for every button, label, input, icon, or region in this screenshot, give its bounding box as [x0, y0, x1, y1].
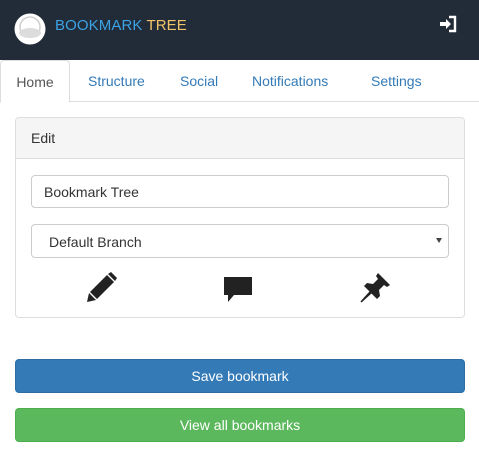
user-avatar-icon[interactable] — [14, 13, 46, 45]
save-bookmark-button[interactable]: Save bookmark — [15, 359, 465, 393]
branch-select[interactable]: Default Branch — [31, 224, 449, 258]
brand-part-1: BOOKMARK — [55, 17, 143, 34]
app-header: BOOKMARK TREE — [0, 0, 479, 60]
comment-icon[interactable] — [222, 273, 254, 305]
nav-tabs: Home Structure Social Notifications Sett… — [0, 60, 479, 103]
caret-down-icon — [436, 238, 442, 243]
view-all-bookmarks-button[interactable]: View all bookmarks — [15, 408, 465, 442]
tab-social[interactable]: Social — [180, 60, 218, 102]
panel-heading: Edit — [16, 118, 464, 159]
edit-panel: Edit Default Branch — [15, 117, 465, 318]
sign-in-icon[interactable] — [438, 14, 458, 34]
tab-structure[interactable]: Structure — [88, 60, 145, 102]
tab-settings[interactable]: Settings — [371, 60, 422, 102]
pushpin-icon[interactable] — [360, 271, 392, 303]
pencil-icon[interactable] — [85, 272, 117, 304]
tab-home[interactable]: Home — [0, 60, 70, 103]
tab-notifications[interactable]: Notifications — [252, 60, 328, 102]
brand-title: BOOKMARK TREE — [55, 17, 187, 34]
brand-part-2: TREE — [146, 17, 187, 34]
branch-select-value: Default Branch — [49, 234, 142, 250]
bookmark-name-input[interactable] — [31, 175, 449, 208]
